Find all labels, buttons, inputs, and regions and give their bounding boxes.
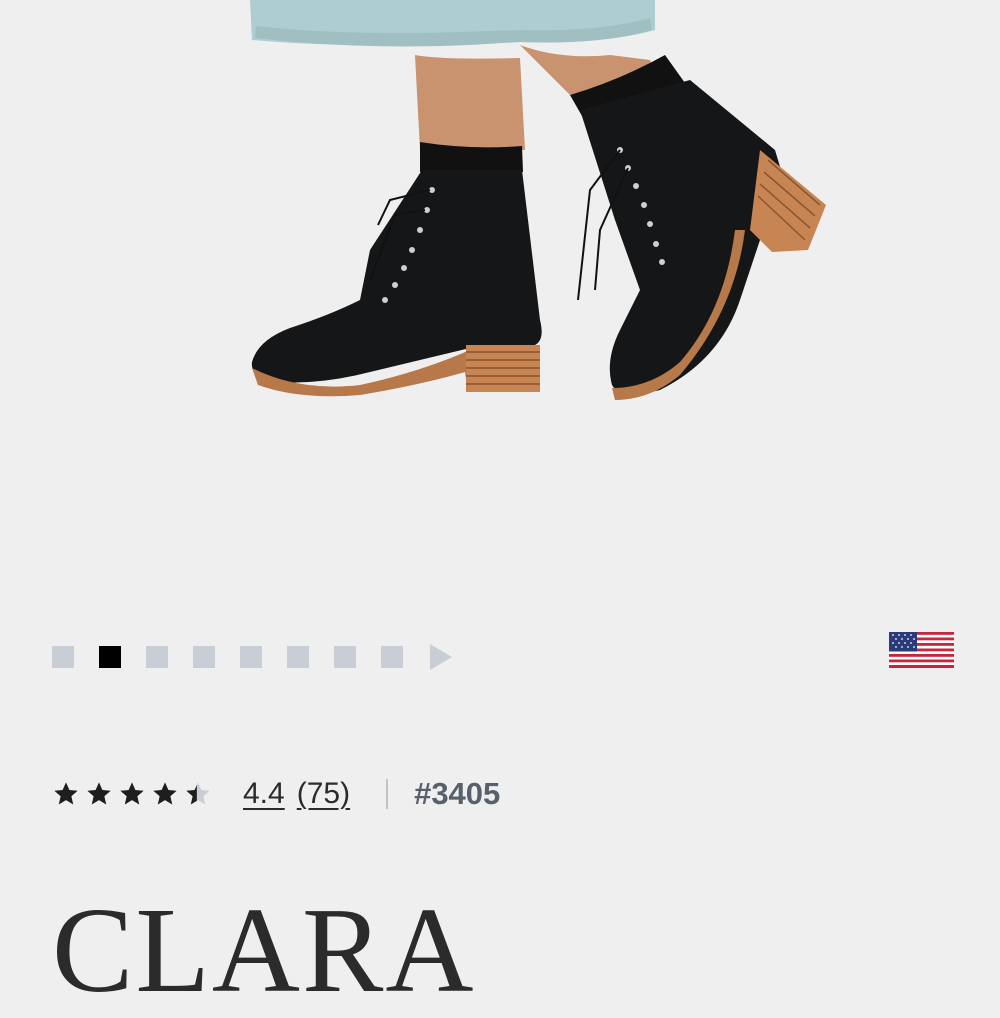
carousel-next-arrow-icon[interactable]: [430, 644, 452, 670]
boots-photo: [250, 0, 826, 400]
divider: [386, 779, 389, 809]
carousel-dot-8[interactable]: [381, 646, 403, 668]
carousel-dot-6[interactable]: [287, 646, 309, 668]
star-full-icon: [120, 782, 144, 805]
rating-row: 4.4 (75) #3405: [52, 770, 500, 818]
style-number: #3405: [414, 776, 501, 811]
review-count-link[interactable]: (75): [297, 777, 350, 811]
rating-value-link[interactable]: 4.4: [243, 777, 285, 811]
carousel-dot-3[interactable]: [146, 646, 168, 668]
carousel-dot-1[interactable]: [52, 646, 74, 668]
carousel-dot-4[interactable]: [193, 646, 215, 668]
product-title: CLARA: [52, 883, 476, 1018]
image-carousel-pager: [52, 644, 452, 670]
star-full-icon: [153, 782, 177, 805]
star-partial-icon: [186, 782, 210, 805]
star-rating[interactable]: [52, 780, 217, 808]
carousel-dot-2-active[interactable]: [99, 646, 121, 668]
us-flag-icon[interactable]: [889, 632, 954, 668]
product-hero-image[interactable]: [0, 0, 1000, 600]
star-full-icon: [54, 782, 78, 805]
star-full-icon: [87, 782, 111, 805]
carousel-dot-5[interactable]: [240, 646, 262, 668]
carousel-dot-7[interactable]: [334, 646, 356, 668]
